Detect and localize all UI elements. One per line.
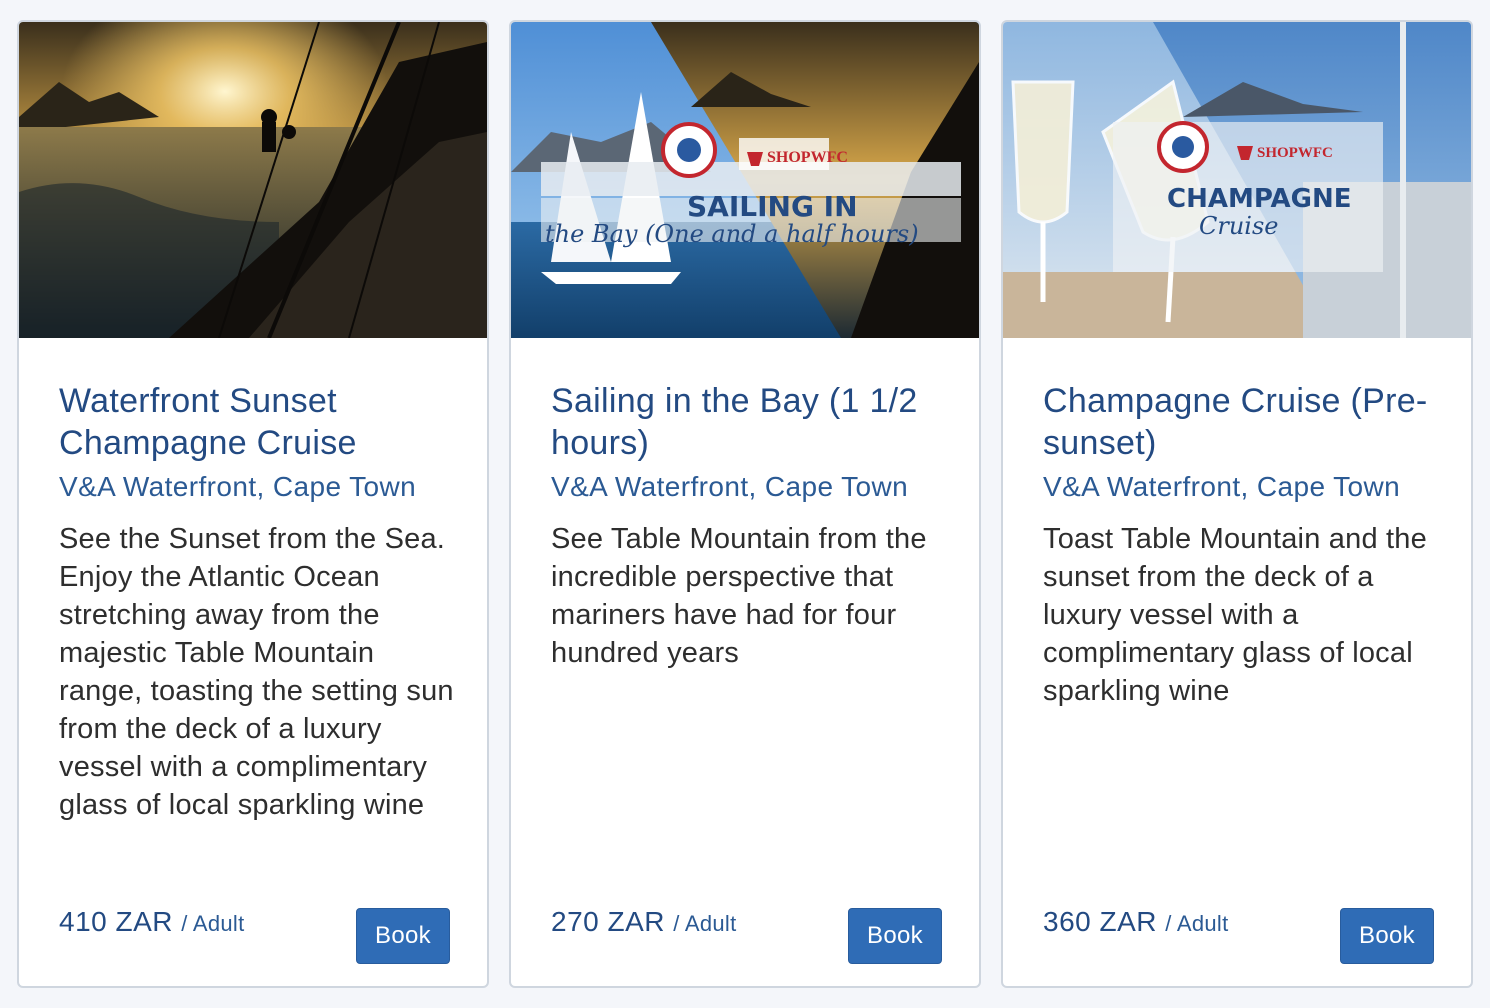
price-amount: 360 ZAR xyxy=(1043,906,1157,937)
tour-card-list: Waterfront Sunset Champagne Cruise V&A W… xyxy=(0,0,1490,1008)
tour-description: See the Sunset from the Sea. Enjoy the A… xyxy=(59,523,454,821)
tour-price: 410 ZAR / Adult xyxy=(59,906,245,938)
brand-wordmark: SHOPWFC xyxy=(767,149,848,166)
tour-photo-sunset-cruise[interactable] xyxy=(19,22,487,338)
image-script-text: the Bay (One and a half hours) xyxy=(545,220,919,248)
tour-title[interactable]: Champagne Cruise (Pre-sunset) xyxy=(1043,380,1443,464)
price-amount: 410 ZAR xyxy=(59,906,173,937)
tour-description: See Table Mountain from the incredible p… xyxy=(551,523,927,669)
tour-photo-sailing-bay[interactable]: SHOPWFC SAILING IN the Bay (One and a ha… xyxy=(511,22,979,338)
tour-price: 270 ZAR / Adult xyxy=(551,906,737,938)
tour-location: V&A Waterfront, Cape Town xyxy=(59,471,417,502)
tour-price: 360 ZAR / Adult xyxy=(1043,906,1229,938)
tour-card[interactable]: SHOPWFC SAILING IN the Bay (One and a ha… xyxy=(509,20,981,988)
price-unit: / Adult xyxy=(1165,911,1229,936)
image-headline: CHAMPAGNE xyxy=(1167,184,1352,214)
tour-photo-champagne-cruise[interactable]: SHOPWFC CHAMPAGNE Cruise xyxy=(1003,22,1471,338)
tour-title[interactable]: Sailing in the Bay (1 1/2 hours) xyxy=(551,380,951,464)
book-button[interactable]: Book xyxy=(1340,908,1434,964)
price-unit: / Adult xyxy=(181,911,245,936)
price-amount: 270 ZAR xyxy=(551,906,665,937)
book-button[interactable]: Book xyxy=(356,908,450,964)
tour-card[interactable]: SHOPWFC CHAMPAGNE Cruise Champagne Cruis… xyxy=(1001,20,1473,988)
book-button[interactable]: Book xyxy=(848,908,942,964)
tour-card[interactable]: Waterfront Sunset Champagne Cruise V&A W… xyxy=(17,20,489,988)
tour-location: V&A Waterfront, Cape Town xyxy=(551,471,909,502)
tour-location: V&A Waterfront, Cape Town xyxy=(1043,471,1401,502)
image-script-text: Cruise xyxy=(1199,212,1279,240)
image-headline: SAILING IN xyxy=(687,190,858,223)
brand-wordmark: SHOPWFC xyxy=(1257,145,1333,161)
tour-title[interactable]: Waterfront Sunset Champagne Cruise xyxy=(59,380,459,464)
price-unit: / Adult xyxy=(673,911,737,936)
tour-description: Toast Table Mountain and the sunset from… xyxy=(1043,523,1427,707)
